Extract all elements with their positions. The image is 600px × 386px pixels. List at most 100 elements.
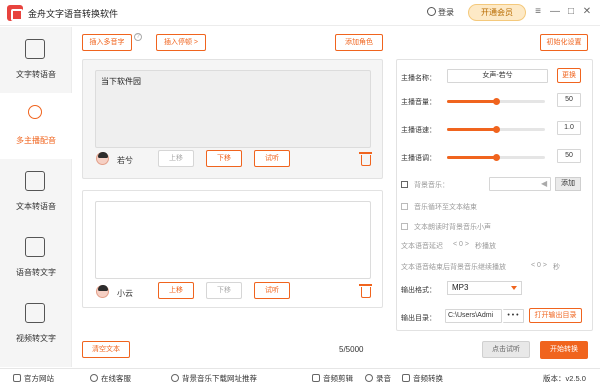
- sidebar-item-label: 多主播配音: [16, 136, 56, 145]
- sidebar-item-label: 视频转文字: [16, 334, 56, 343]
- website-label: 官方网站: [24, 374, 54, 383]
- record-label: 录音: [376, 374, 391, 383]
- move-down-button[interactable]: 下移: [206, 282, 242, 299]
- sidebar-item-label: 文本转语音: [16, 202, 56, 211]
- music-icon: [171, 374, 179, 382]
- sidebar-item-speech-to-text[interactable]: 语音转文字: [0, 225, 72, 291]
- app-logo-icon: [7, 5, 23, 21]
- continue-label: 文本语音结束后背景音乐继续播放: [401, 264, 506, 271]
- close-icon[interactable]: ✕: [581, 6, 593, 18]
- add-role-button[interactable]: 添加角色: [335, 34, 383, 51]
- role-card: 当下软件园 若兮 上移 下移 试听: [82, 59, 383, 179]
- format-label: 输出格式：: [401, 287, 436, 294]
- settings-panel: 主播名称： 女声-若兮 更换 主播音量： 50 主播语速： 1.0 主播语调： …: [396, 59, 593, 331]
- audio-edit-link[interactable]: 音频剪辑: [312, 373, 353, 384]
- lower-volume-label: 文本朗读时背景音乐小声: [414, 224, 491, 231]
- pitch-label: 主播语调：: [401, 155, 436, 162]
- sidebar-item-text-to-speech[interactable]: 文字转语音: [0, 27, 72, 93]
- pitch-value[interactable]: 50: [557, 149, 581, 163]
- title-bar: 金舟文字语音转换软件 登录 开通会员 ≡ — □ ✕: [0, 0, 600, 26]
- move-up-button[interactable]: 上移: [158, 282, 194, 299]
- service-link[interactable]: 在线客服: [90, 373, 131, 384]
- clear-text-button[interactable]: 清空文本: [82, 341, 130, 358]
- listen-button[interactable]: 试听: [254, 282, 290, 299]
- insert-polyphone-button[interactable]: 插入多音字: [82, 34, 132, 51]
- speech-to-text-icon: [25, 237, 45, 257]
- speed-slider[interactable]: [447, 126, 545, 133]
- help-icon[interactable]: ?: [134, 33, 142, 41]
- role-name: 小云: [117, 289, 133, 298]
- bgm-label: 背景音乐：: [414, 182, 449, 189]
- sidebar: 文字转语音 多主播配音 文本转语音 语音转文字 视频转文字: [0, 27, 72, 367]
- login-button[interactable]: 登录: [427, 7, 454, 18]
- bgm-download-link[interactable]: 背景音乐下载网址推荐: [171, 373, 257, 384]
- slider-knob[interactable]: [493, 154, 500, 161]
- user-icon: [427, 7, 436, 16]
- speed-label: 主播语速：: [401, 127, 436, 134]
- move-up-button[interactable]: 上移: [158, 150, 194, 167]
- role-text-input[interactable]: 当下软件园: [95, 70, 371, 148]
- volume-slider[interactable]: [447, 98, 545, 105]
- maximize-icon[interactable]: □: [565, 6, 577, 18]
- anchor-name-field: 女声-若兮: [447, 69, 548, 83]
- audio-convert-link[interactable]: 音频转换: [402, 373, 443, 384]
- vip-button[interactable]: 开通会员: [468, 4, 526, 21]
- trash-icon[interactable]: [359, 152, 372, 166]
- menu-icon[interactable]: ≡: [532, 6, 544, 18]
- browse-dir-button[interactable]: • • •: [503, 309, 524, 323]
- slider-fill: [447, 128, 496, 131]
- speaker-icon: ◀: [541, 179, 548, 188]
- home-icon: [13, 374, 21, 382]
- app-title: 金舟文字语音转换软件: [28, 9, 119, 19]
- role-text-input[interactable]: [95, 201, 371, 279]
- change-anchor-button[interactable]: 更换: [557, 68, 581, 83]
- init-settings-button[interactable]: 初始化设置: [540, 34, 588, 51]
- video-to-text-icon: [25, 303, 45, 323]
- format-select[interactable]: MP3: [447, 281, 522, 295]
- chat-icon: [90, 374, 98, 382]
- sidebar-item-label: 文字转语音: [16, 70, 56, 79]
- volume-label: 主播音量：: [401, 99, 436, 106]
- sidebar-item-multi-anchor[interactable]: 多主播配音: [0, 93, 72, 159]
- avatar: [96, 152, 109, 165]
- format-value: MP3: [452, 283, 469, 292]
- trash-icon[interactable]: [359, 284, 372, 298]
- footer: 官方网站 在线客服 背景音乐下载网址推荐 音频剪辑 录音 音频转换 版本：v2.…: [0, 368, 600, 386]
- loop-checkbox[interactable]: [401, 203, 408, 210]
- document-to-speech-icon: [25, 171, 45, 191]
- record-link[interactable]: 录音: [365, 373, 391, 384]
- bgm-add-button[interactable]: 添加: [555, 177, 581, 191]
- role-card: 小云 上移 下移 试听: [82, 190, 383, 308]
- move-down-button[interactable]: 下移: [206, 150, 242, 167]
- avatar: [96, 285, 109, 298]
- delay-label: 文本语音延迟: [401, 243, 443, 250]
- speed-value[interactable]: 1.0: [557, 121, 581, 135]
- bgm-checkbox[interactable]: [401, 181, 408, 188]
- listen-button[interactable]: 试听: [254, 150, 290, 167]
- anchor-name-label: 主播名称：: [401, 75, 436, 82]
- continue-stepper[interactable]: < 0 >: [531, 262, 547, 269]
- insert-pause-button[interactable]: 插入停顿 >: [156, 34, 206, 51]
- website-link[interactable]: 官方网站: [13, 373, 54, 384]
- output-dir-field[interactable]: C:\Users\Admi: [445, 309, 502, 323]
- lower-volume-checkbox[interactable]: [401, 223, 408, 230]
- slider-knob[interactable]: [493, 98, 500, 105]
- volume-value[interactable]: 50: [557, 93, 581, 107]
- open-output-dir-button[interactable]: 打开输出目录: [529, 308, 582, 323]
- convert-icon: [402, 374, 410, 382]
- vip-label: 开通会员: [481, 8, 513, 17]
- slider-fill: [447, 100, 496, 103]
- minimize-icon[interactable]: —: [549, 6, 561, 18]
- listen-all-button[interactable]: 点击试听: [482, 341, 530, 358]
- delay-stepper[interactable]: < 0 >: [453, 241, 469, 248]
- scissors-icon: [312, 374, 320, 382]
- sidebar-item-document-to-speech[interactable]: 文本转语音: [0, 159, 72, 225]
- audio-convert-label: 音频转换: [413, 374, 443, 383]
- login-label: 登录: [438, 8, 454, 17]
- sidebar-item-video-to-text[interactable]: 视频转文字: [0, 291, 72, 357]
- slider-knob[interactable]: [493, 126, 500, 133]
- start-convert-button[interactable]: 开始转换: [540, 341, 588, 359]
- pitch-slider[interactable]: [447, 154, 545, 161]
- loop-label: 音乐循环至文本结束: [414, 204, 477, 211]
- microphone-icon: [365, 374, 373, 382]
